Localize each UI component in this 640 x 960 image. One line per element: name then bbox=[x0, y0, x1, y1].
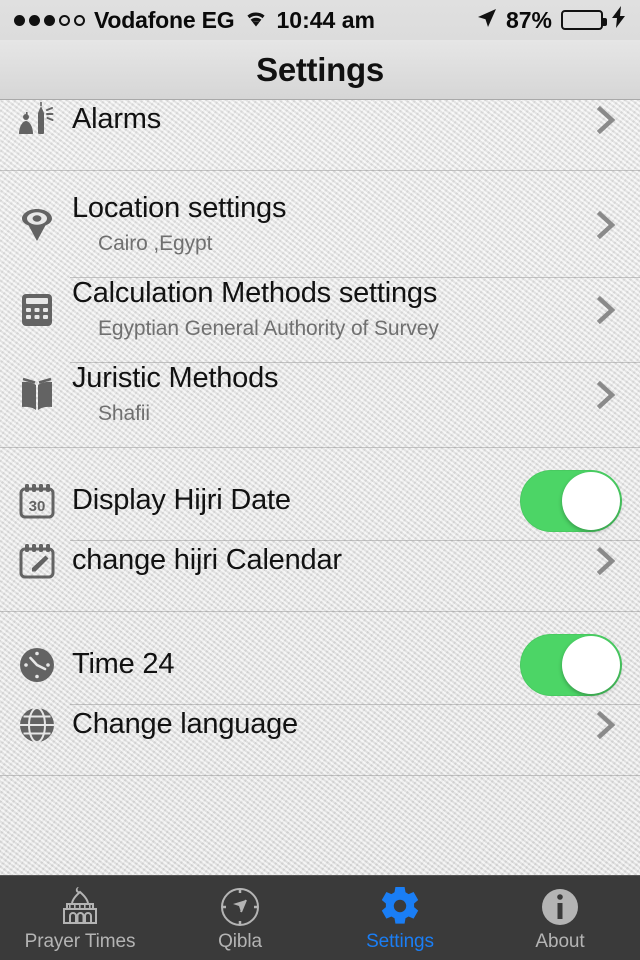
chevron-right-icon bbox=[592, 541, 622, 581]
settings-row-title: Time 24 bbox=[72, 648, 175, 681]
settings-row-title: Change language bbox=[72, 708, 298, 741]
settings-row-title: Location settings bbox=[72, 192, 287, 224]
chevron-right-icon bbox=[592, 205, 622, 245]
tab-label: Prayer Times bbox=[24, 931, 136, 952]
section-divider bbox=[0, 775, 640, 776]
settings-row-text: Alarms bbox=[58, 103, 592, 136]
navigation-bar: Settings bbox=[0, 40, 640, 100]
compass-icon bbox=[218, 883, 262, 929]
clock-icon bbox=[16, 645, 58, 685]
svg-text:30: 30 bbox=[29, 498, 46, 515]
settings-row[interactable]: Calculation Methods settings Egyptian Gen… bbox=[0, 277, 640, 362]
tab-bar: Prayer Times Qibla Settings About bbox=[0, 875, 640, 960]
gear-icon bbox=[377, 883, 423, 929]
tab-about[interactable]: About bbox=[480, 876, 640, 960]
settings-row-subtitle: Shafii bbox=[98, 402, 150, 426]
tab-label: About bbox=[535, 931, 585, 952]
settings-row-title: Calculation Methods settings bbox=[72, 277, 438, 309]
settings-row[interactable]: change hijri Calendar bbox=[0, 541, 640, 611]
mosque-minaret-icon bbox=[16, 100, 58, 140]
settings-row[interactable]: Alarms bbox=[0, 100, 640, 170]
settings-row[interactable]: Change language bbox=[0, 705, 640, 775]
settings-row[interactable]: 30 Display Hijri Date bbox=[0, 470, 640, 540]
location-arrow-icon bbox=[477, 7, 497, 34]
settings-row[interactable]: Juristic Methods Shafii bbox=[0, 362, 640, 447]
tab-prayer-times[interactable]: Prayer Times bbox=[0, 876, 160, 960]
settings-row-text: Calculation Methods settings Egyptian Gen… bbox=[58, 277, 592, 341]
toggle-knob bbox=[562, 636, 620, 694]
chevron-right-icon bbox=[592, 705, 622, 745]
calendar-pencil-icon bbox=[16, 541, 58, 581]
info-circle-icon bbox=[538, 883, 582, 929]
tab-label: Qibla bbox=[218, 931, 262, 952]
status-bar-clock: 10:44 am bbox=[276, 6, 375, 33]
carrier-name: Vodafone EG bbox=[94, 6, 235, 33]
tab-label: Settings bbox=[366, 931, 434, 952]
lightning-bolt-icon bbox=[612, 6, 626, 34]
settings-row-title: change hijri Calendar bbox=[72, 544, 342, 577]
chevron-right-icon bbox=[592, 290, 622, 330]
status-bar: Vodafone EG 10:44 am 87% bbox=[0, 0, 640, 40]
calculator-icon bbox=[16, 290, 58, 330]
settings-row-toggle[interactable] bbox=[520, 470, 622, 532]
settings-row-title: Alarms bbox=[72, 103, 162, 136]
globe-icon bbox=[16, 705, 58, 745]
settings-row[interactable]: Location settings Cairo ,Egypt bbox=[0, 192, 640, 277]
battery-icon bbox=[561, 10, 607, 30]
settings-row-text: Change language bbox=[58, 708, 592, 741]
chevron-right-icon bbox=[592, 100, 622, 140]
settings-screen: Vodafone EG 10:44 am 87% Settings Alarms… bbox=[0, 0, 640, 960]
settings-row-text: Location settings Cairo ,Egypt bbox=[58, 192, 592, 256]
settings-rows: Alarms Location settings Cairo ,Egypt Calcu… bbox=[0, 100, 640, 776]
mosque-icon bbox=[57, 883, 103, 929]
settings-row-text: Time 24 bbox=[58, 648, 520, 681]
settings-row-text: Display Hijri Date bbox=[58, 484, 520, 517]
settings-row-subtitle: Cairo ,Egypt bbox=[98, 232, 213, 256]
settings-row-title: Juristic Methods bbox=[72, 362, 279, 394]
location-pin-eye-icon bbox=[16, 205, 58, 245]
settings-row-toggle[interactable] bbox=[520, 634, 622, 696]
open-book-icon bbox=[16, 375, 58, 415]
page-title: Settings bbox=[256, 50, 384, 88]
battery-percent-label: 87% bbox=[505, 6, 552, 33]
settings-row-text: change hijri Calendar bbox=[58, 544, 592, 577]
settings-row-text: Juristic Methods Shafii bbox=[58, 362, 592, 426]
wifi-icon bbox=[244, 7, 268, 34]
tab-qibla[interactable]: Qibla bbox=[160, 876, 320, 960]
settings-list: Alarms Location settings Cairo ,Egypt Calcu… bbox=[0, 100, 640, 875]
signal-strength-dots bbox=[14, 14, 85, 26]
calendar-30-icon: 30 bbox=[16, 481, 58, 521]
settings-row-title: Display Hijri Date bbox=[72, 484, 291, 517]
settings-row-subtitle: Egyptian General Authority of Survey bbox=[98, 317, 439, 341]
tab-settings[interactable]: Settings bbox=[320, 876, 480, 960]
chevron-right-icon bbox=[592, 375, 622, 415]
toggle-knob bbox=[562, 472, 620, 530]
settings-row[interactable]: Time 24 bbox=[0, 634, 640, 704]
